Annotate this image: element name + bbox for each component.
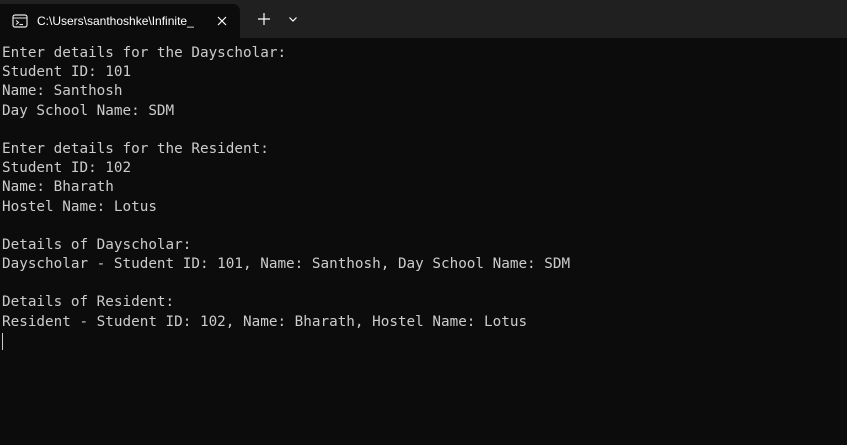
terminal-window: C:\Users\santhoshke\Infinite_ Enter deta…: [0, 0, 847, 445]
console-line: Student ID: 102: [2, 160, 132, 177]
console-output[interactable]: Enter details for the Dayscholar: Student…: [0, 38, 847, 445]
chevron-down-icon: [289, 17, 297, 22]
console-line: Name: Santhosh: [2, 83, 123, 100]
new-tab-button[interactable]: [251, 6, 277, 32]
console-line: Resident - Student ID: 102, Name: Bharat…: [2, 313, 528, 330]
plus-icon: [258, 13, 270, 25]
terminal-tab[interactable]: C:\Users\santhoshke\Infinite_: [0, 4, 240, 38]
title-bar: C:\Users\santhoshke\Infinite_: [0, 0, 847, 38]
terminal-icon: [12, 13, 28, 29]
console-prompt-line[interactable]: [2, 332, 847, 351]
tab-title: C:\Users\santhoshke\Infinite_: [37, 14, 194, 28]
console-line: Details of Dayscholar:: [2, 236, 192, 253]
console-line: Name: Bharath: [2, 179, 114, 196]
close-icon[interactable]: [210, 9, 234, 33]
console-line: Student ID: 101: [2, 64, 132, 81]
tab-dropdown-button[interactable]: [280, 6, 306, 32]
console-line: Enter details for the Dayscholar:: [2, 45, 287, 61]
console-line: Dayscholar - Student ID: 101, Name: Sant…: [2, 256, 571, 273]
text-cursor: [2, 332, 3, 350]
console-line: Day School Name: SDM: [2, 102, 175, 119]
console-line: Enter details for the Resident:: [2, 140, 269, 157]
console-line: Hostel Name: Lotus: [2, 198, 157, 215]
console-line: Details of Resident:: [2, 294, 175, 311]
